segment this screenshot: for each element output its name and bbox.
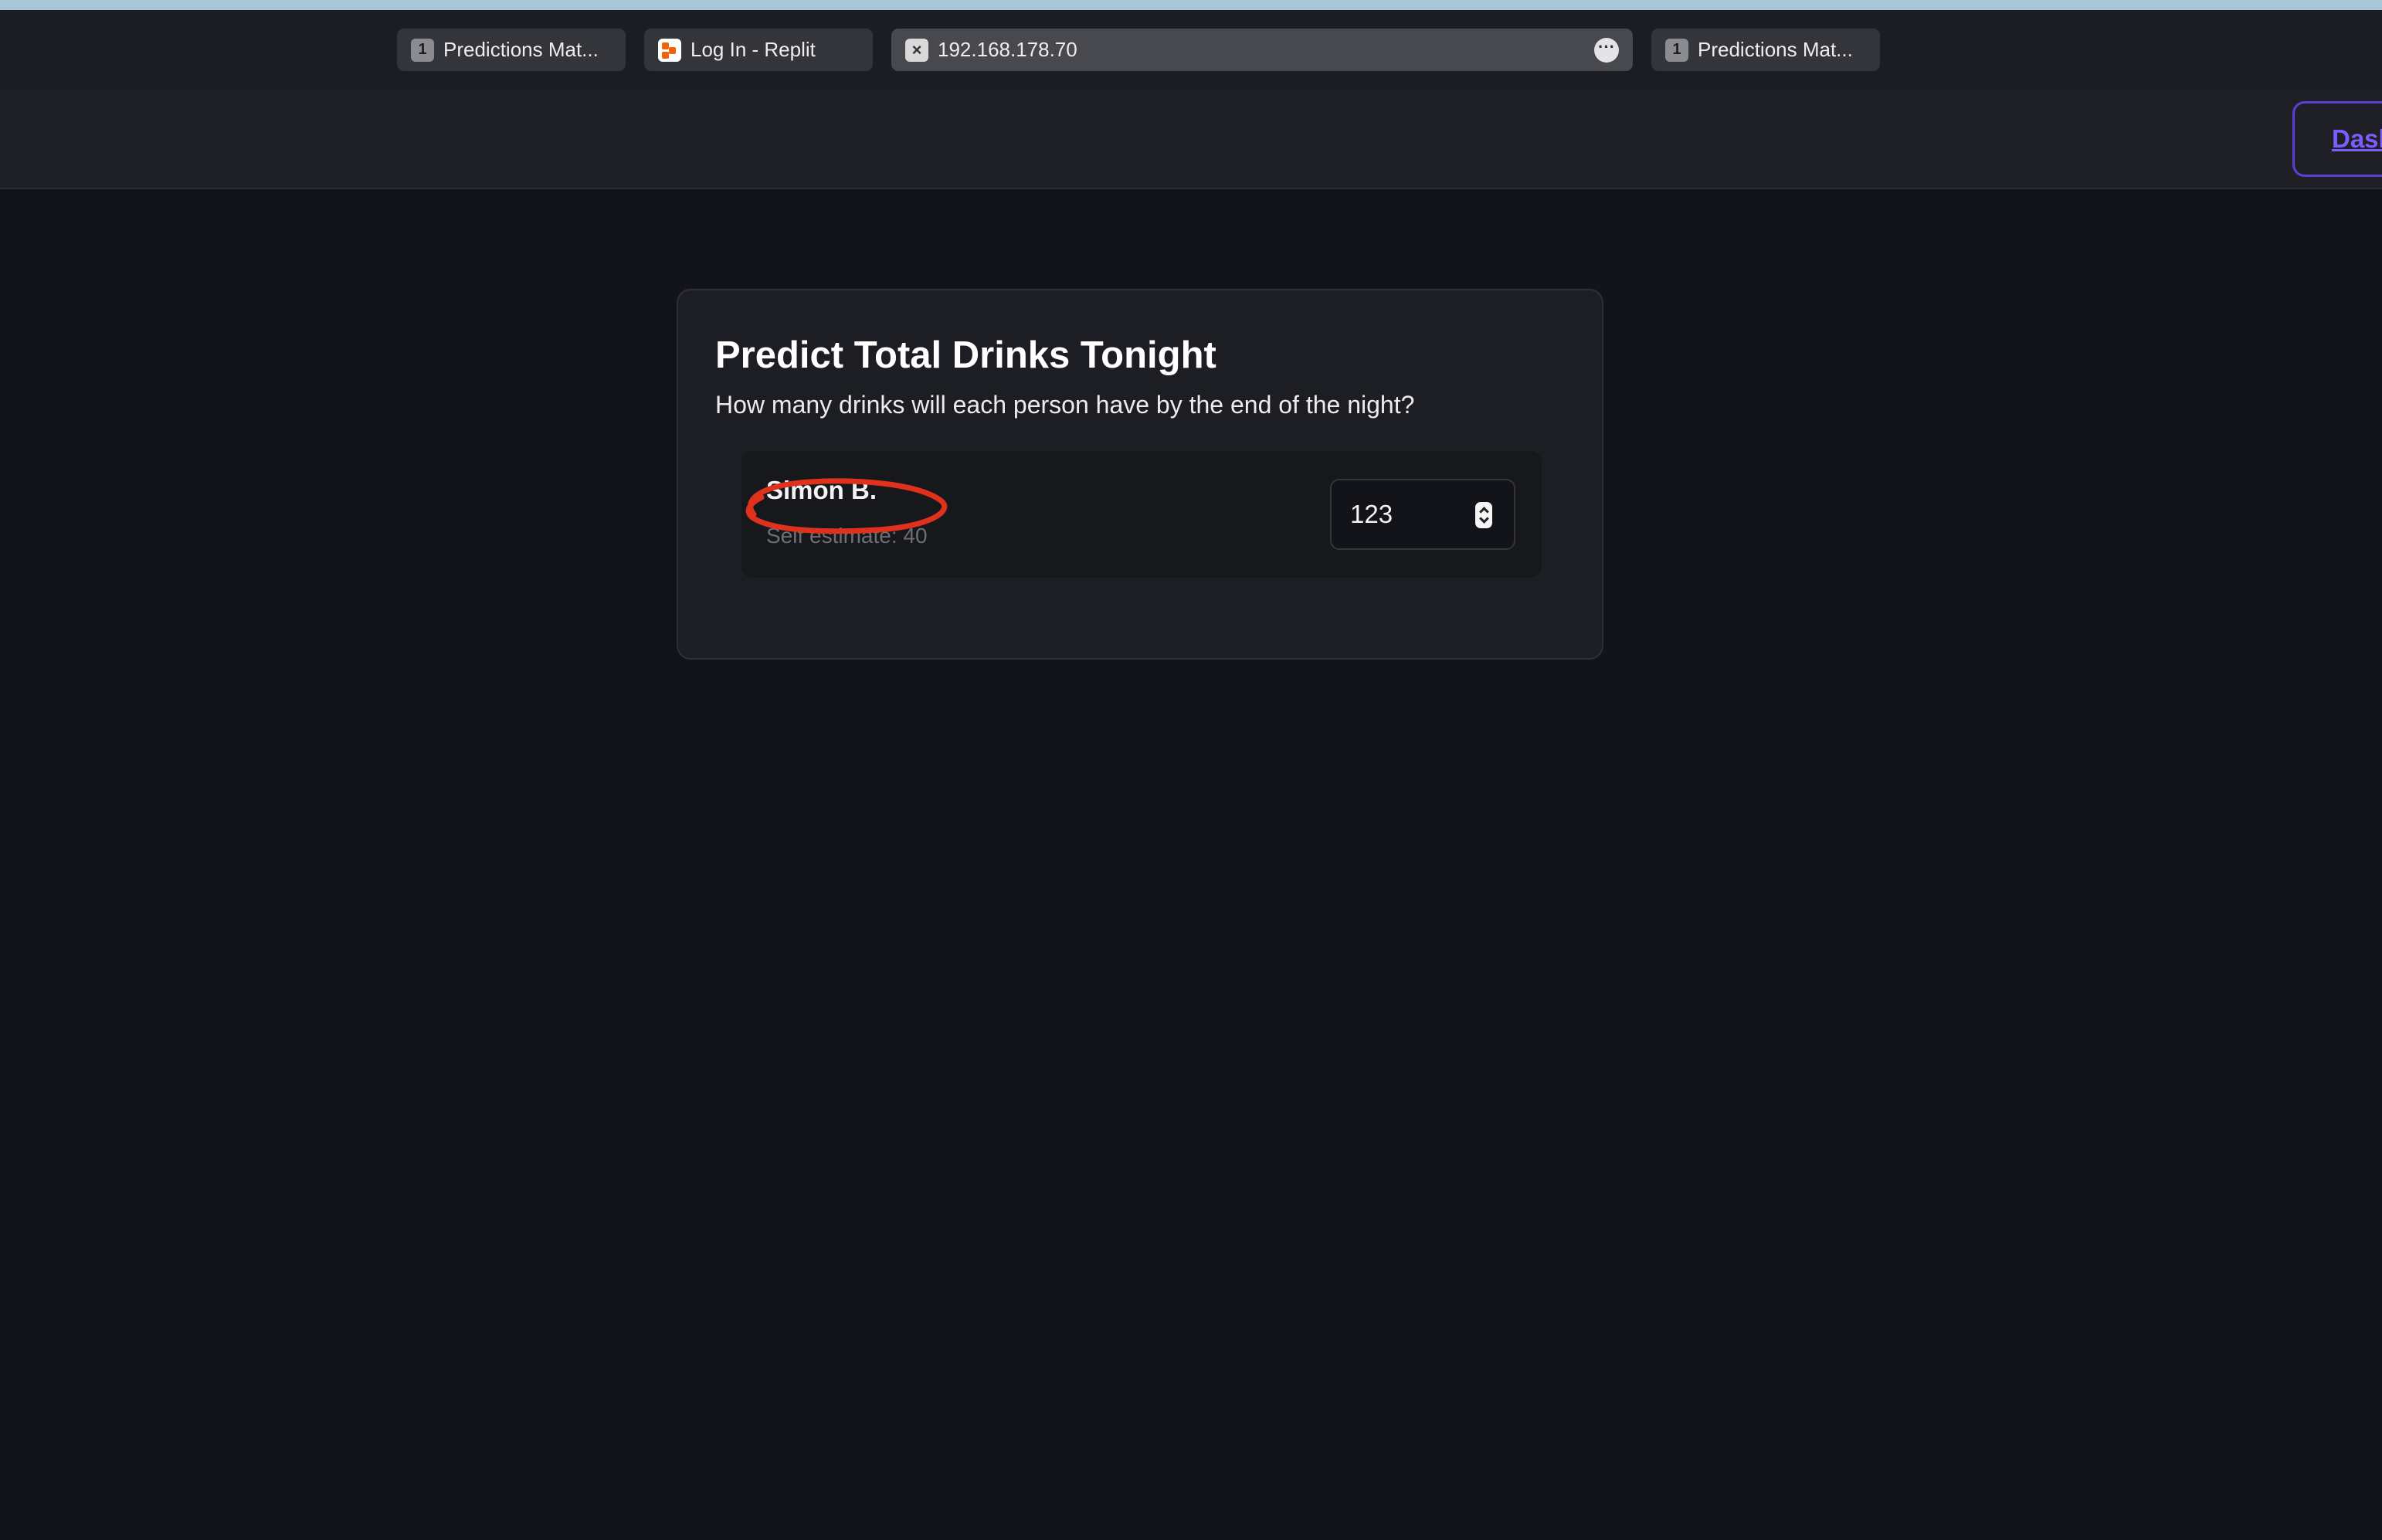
prediction-card: Predict Total Drinks Tonight How many dr… [677, 289, 1603, 660]
tab-replit-login[interactable]: Log In - Replit [644, 29, 873, 71]
tab-label: Predictions Mat... [443, 38, 599, 61]
tab-local-address[interactable]: × 192.168.178.70 ··· [891, 29, 1633, 71]
tab-count-badge: 1 [1665, 38, 1688, 62]
app-header: Dashboard [0, 90, 2382, 189]
prediction-value: 123 [1350, 500, 1393, 528]
replit-icon [658, 38, 681, 62]
tab-label: 192.168.178.70 [938, 38, 1077, 61]
tab-predictions-2[interactable]: 1 Predictions Mat... [1651, 29, 1880, 71]
person-row: Simon B. Self estimate: 40 123 [741, 451, 1542, 578]
browser-tab-bar: 1 Predictions Mat... Log In - Replit × 1… [0, 10, 2382, 90]
window-top-edge [0, 0, 2382, 10]
stepper-icon[interactable] [1475, 502, 1492, 528]
card-title: Predict Total Drinks Tonight [715, 334, 1216, 376]
annotation-circle [745, 478, 948, 534]
tab-predictions-1[interactable]: 1 Predictions Mat... [397, 29, 626, 71]
dashboard-button[interactable]: Dashboard [2292, 101, 2382, 177]
more-options-icon[interactable]: ··· [1594, 38, 1619, 63]
card-description: How many drinks will each person have by… [715, 391, 1415, 419]
close-icon[interactable]: × [905, 38, 928, 62]
prediction-number-input[interactable]: 123 [1330, 479, 1515, 550]
tab-label: Predictions Mat... [1698, 38, 1853, 61]
tab-label: Log In - Replit [691, 38, 816, 61]
tab-count-badge: 1 [411, 38, 434, 62]
